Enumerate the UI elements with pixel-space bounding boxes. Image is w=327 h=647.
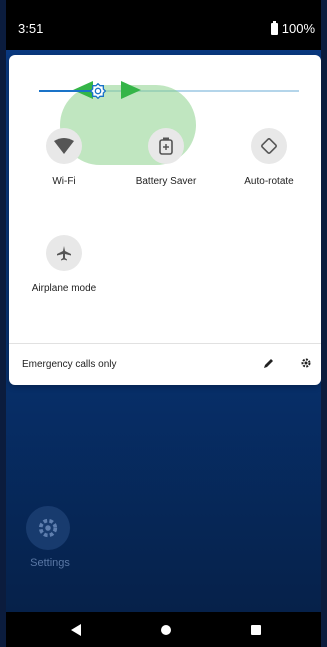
quick-settings-panel: Wi-Fi Battery Saver Auto-rotate Airplane…: [9, 55, 321, 385]
settings-app-label: Settings: [30, 557, 70, 569]
tile-auto-rotate[interactable]: Auto-rotate: [224, 128, 314, 187]
tile-label: Auto-rotate: [244, 176, 294, 187]
wifi-icon: [46, 128, 82, 164]
tile-airplane-mode[interactable]: Airplane mode: [19, 235, 109, 294]
back-icon[interactable]: [71, 624, 81, 636]
tile-label: Wi-Fi: [52, 176, 76, 187]
panel-divider: [9, 343, 321, 344]
battery-percent: 100%: [281, 21, 315, 36]
recents-icon[interactable]: [251, 625, 261, 635]
tile-wifi[interactable]: Wi-Fi: [19, 128, 109, 187]
settings-gear-icon[interactable]: [296, 353, 316, 373]
airplane-icon: [46, 235, 82, 271]
emergency-calls-text: Emergency calls only: [22, 359, 117, 370]
arrow-right-icon: [121, 81, 141, 99]
status-time: 3:51: [18, 21, 44, 36]
tile-label: Battery Saver: [135, 176, 197, 187]
tile-battery-saver[interactable]: Battery Saver: [121, 128, 211, 187]
brightness-slider[interactable]: [39, 81, 299, 165]
phone-screen: 3:51 100% Wi-Fi Battery Saver Auto-rotat…: [6, 0, 321, 647]
battery-saver-icon: [148, 128, 184, 164]
status-bar: 3:51 100%: [6, 0, 321, 50]
auto-rotate-icon: [251, 128, 287, 164]
tile-label: Airplane mode: [31, 283, 97, 294]
edit-pencil-icon[interactable]: [259, 353, 279, 373]
battery-icon: [270, 20, 278, 35]
status-right: 100%: [270, 20, 315, 36]
brightness-icon[interactable]: [87, 80, 109, 102]
home-icon[interactable]: [161, 625, 171, 635]
navigation-bar: [6, 612, 321, 647]
settings-app-icon[interactable]: [26, 506, 70, 550]
